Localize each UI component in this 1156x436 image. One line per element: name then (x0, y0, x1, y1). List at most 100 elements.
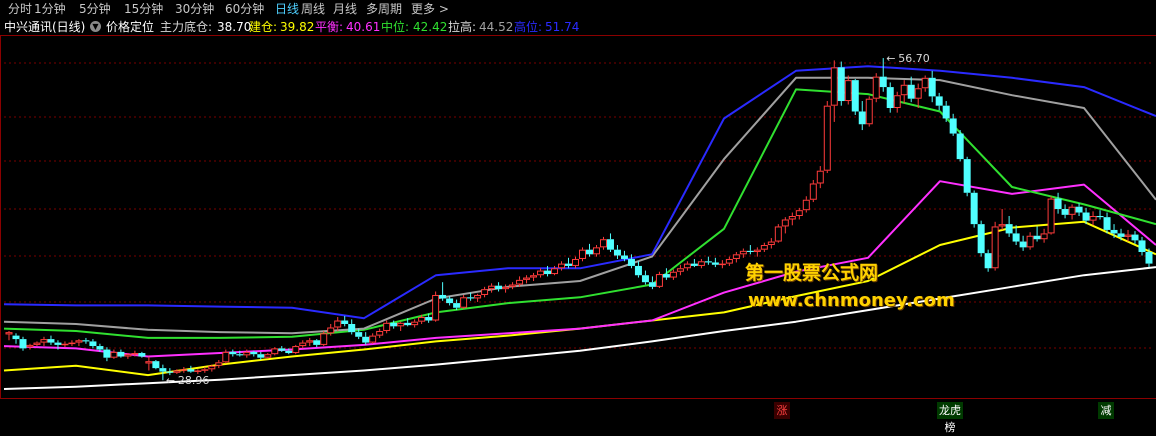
indicator-name[interactable]: 价格定位 (106, 18, 154, 36)
candle-146 (1026, 232, 1034, 250)
candle-118 (830, 60, 838, 122)
candle-139 (977, 220, 985, 257)
candle-body (935, 96, 943, 106)
candle-72 (509, 282, 517, 290)
candle-104 (732, 252, 740, 263)
candle-body (439, 294, 447, 299)
candle-20 (145, 356, 153, 371)
candle-body (376, 330, 384, 336)
period-tab-7[interactable]: 周线 (301, 0, 325, 18)
candle-body (145, 361, 153, 364)
candle-10 (75, 339, 83, 347)
candle-100 (704, 256, 712, 265)
candle-body (397, 322, 405, 327)
candle-body (753, 249, 761, 252)
candle-51 (362, 332, 370, 345)
candle-body (1103, 217, 1111, 230)
candle-71 (502, 284, 510, 293)
candle-body (54, 342, 62, 345)
candle-126 (886, 82, 894, 113)
candle-body (26, 344, 34, 348)
period-tab-9[interactable]: 多周期 (366, 0, 402, 18)
candle-0 (5, 330, 13, 341)
candle-129 (907, 76, 915, 103)
candle-body (173, 370, 181, 373)
candle-138 (970, 190, 978, 228)
candle-body (725, 258, 733, 264)
candle-111 (781, 217, 789, 234)
candle-53 (376, 328, 384, 338)
period-tab-5[interactable]: 60分钟 (225, 0, 264, 18)
indicator-value-4: 44.52 (479, 20, 514, 34)
candle-148 (1040, 228, 1048, 243)
candle-25 (180, 366, 188, 373)
candle-4 (33, 341, 41, 347)
candle-body (453, 303, 461, 308)
period-tab-1[interactable]: 1分钟 (34, 0, 66, 18)
candle-body (166, 371, 174, 373)
candle-134 (942, 101, 950, 122)
candle-140 (984, 249, 992, 272)
period-tab-3[interactable]: 15分钟 (124, 0, 163, 18)
candle-101 (711, 257, 719, 268)
watermark-url: www.chnmoney.com (748, 290, 955, 311)
candle-body (879, 76, 887, 88)
indicator-label-1: 建仓: (249, 20, 278, 34)
candle-155 (1089, 211, 1097, 226)
period-tab-2[interactable]: 5分钟 (79, 0, 111, 18)
candle-116 (816, 166, 824, 189)
candle-65 (460, 294, 468, 309)
candle-body (537, 270, 545, 276)
candle-body (558, 263, 566, 269)
period-tab-4[interactable]: 30分钟 (175, 0, 214, 18)
stock-name[interactable]: 中兴通讯(日线) (4, 18, 85, 36)
period-tab-6[interactable]: 日线 (275, 0, 299, 18)
candle-body (669, 271, 677, 278)
candle-body (928, 77, 936, 97)
candle-152 (1068, 204, 1076, 220)
candle-body (1026, 235, 1034, 248)
candle-body (495, 285, 503, 290)
candle-body (676, 268, 684, 272)
candle-body (47, 339, 55, 343)
candle-body (823, 105, 831, 171)
candle-body (82, 340, 90, 342)
event-marker-2[interactable]: 减 (1098, 402, 1114, 419)
candle-body (1005, 224, 1013, 234)
candle-body (544, 270, 552, 275)
candle-56 (397, 321, 405, 331)
candle-16 (117, 349, 125, 358)
period-tab-8[interactable]: 月线 (333, 0, 357, 18)
candle-52 (369, 333, 377, 344)
candle-119 (837, 61, 845, 106)
candle-body (599, 239, 607, 248)
candle-body (89, 341, 97, 347)
candle-58 (411, 319, 419, 328)
period-tab-0[interactable]: 分时 (8, 0, 32, 18)
candle-112 (788, 212, 796, 226)
event-marker-0[interactable]: 涨 (774, 402, 790, 419)
candle-body (355, 332, 363, 337)
candle-body (788, 216, 796, 220)
candle-38 (271, 347, 279, 356)
candle-body (585, 249, 593, 255)
event-marker-1[interactable]: 龙虎榜 (937, 402, 963, 434)
period-tab-10[interactable]: 更多 > (411, 0, 449, 18)
candle-48 (341, 315, 349, 327)
candle-143 (1005, 216, 1013, 237)
candle-body (320, 333, 328, 345)
candle-body (383, 322, 391, 331)
candle-149 (1047, 196, 1055, 235)
annotation-label: 56.70 (898, 52, 930, 65)
candle-body (683, 263, 691, 269)
indicator-value-5: 51.74 (545, 20, 580, 34)
price-chart[interactable]: ← 56.70← 28.96 (0, 0, 1156, 421)
candle-body (201, 369, 209, 371)
candle-body (523, 277, 531, 280)
indicator-toggle-icon[interactable]: ▼ (90, 21, 101, 32)
candle-37 (264, 353, 272, 359)
candle-108 (760, 242, 768, 252)
candle-body (292, 346, 300, 354)
candle-44 (313, 339, 321, 348)
candle-body (425, 317, 433, 321)
